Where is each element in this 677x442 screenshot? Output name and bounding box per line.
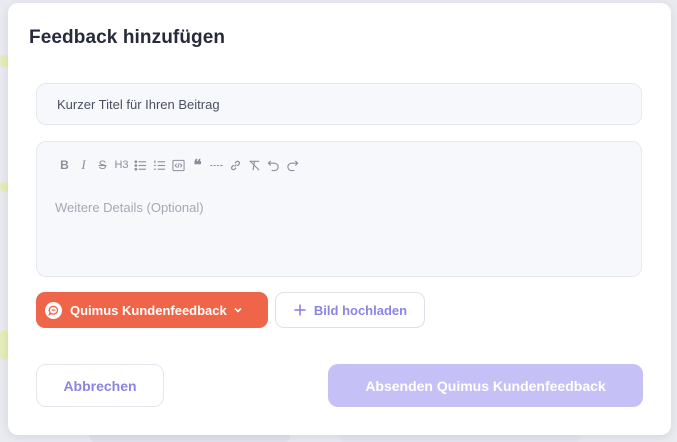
bullet-list-icon[interactable] [131, 156, 150, 174]
bold-icon[interactable]: B [55, 156, 74, 174]
feedback-dialog: Feedback hinzufügen B I S H3 [8, 3, 671, 435]
horizontal-rule-icon[interactable] [207, 156, 226, 174]
submit-button[interactable]: Absenden Quimus Kundenfeedback [328, 364, 643, 407]
plus-icon [293, 303, 307, 317]
board-select-label: Quimus Kundenfeedback [70, 302, 227, 318]
italic-icon[interactable]: I [74, 156, 93, 174]
cancel-button[interactable]: Abbrechen [36, 364, 164, 407]
ordered-list-icon[interactable] [150, 156, 169, 174]
details-placeholder: Weitere Details (Optional) [55, 200, 204, 215]
board-select-button[interactable]: Quimus Kundenfeedback [36, 292, 268, 328]
quote-icon[interactable]: ❝ [188, 156, 207, 174]
upload-label: Bild hochladen [313, 302, 408, 318]
undo-icon[interactable] [264, 156, 283, 174]
clear-format-icon[interactable] [245, 156, 264, 174]
link-icon[interactable] [226, 156, 245, 174]
heading3-icon[interactable]: H3 [112, 156, 131, 174]
upload-image-button[interactable]: Bild hochladen [275, 292, 425, 328]
chevron-down-icon [233, 305, 243, 315]
code-block-icon[interactable] [169, 156, 188, 174]
background-blob [0, 330, 8, 360]
chat-bubble-icon [45, 301, 62, 319]
dialog-title: Feedback hinzufügen [29, 27, 226, 48]
details-editor[interactable]: B I S H3 ❝ Weitere Details (Optional) [36, 141, 642, 277]
title-input[interactable] [36, 83, 642, 125]
redo-icon[interactable] [283, 156, 302, 174]
strikethrough-icon[interactable]: S [93, 156, 112, 174]
editor-toolbar: B I S H3 ❝ [55, 156, 302, 174]
